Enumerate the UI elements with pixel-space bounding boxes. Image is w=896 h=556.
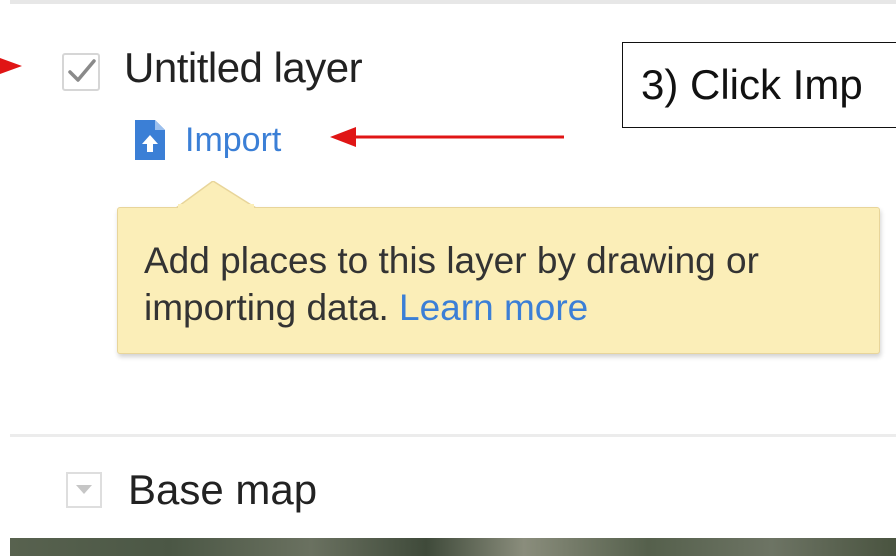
top-divider (10, 0, 896, 4)
import-label: Import (185, 120, 282, 159)
instruction-callout: 3) Click Imp (622, 42, 896, 128)
learn-more-link[interactable]: Learn more (399, 287, 588, 328)
annotation-arrow-left (0, 58, 22, 74)
base-map-thumbnail[interactable] (10, 538, 896, 556)
layer-tooltip: Add places to this layer by drawing or i… (117, 207, 880, 354)
base-map-toggle[interactable] (66, 472, 102, 508)
layer-title[interactable]: Untitled layer (124, 44, 363, 92)
upload-file-icon (135, 120, 165, 160)
annotation-arrow-to-import (330, 127, 564, 147)
import-link[interactable]: Import (135, 116, 281, 164)
tooltip-pointer-mask (178, 204, 254, 210)
layer-visibility-checkbox[interactable] (62, 53, 100, 91)
base-map-title[interactable]: Base map (128, 466, 317, 514)
section-divider (10, 434, 896, 437)
